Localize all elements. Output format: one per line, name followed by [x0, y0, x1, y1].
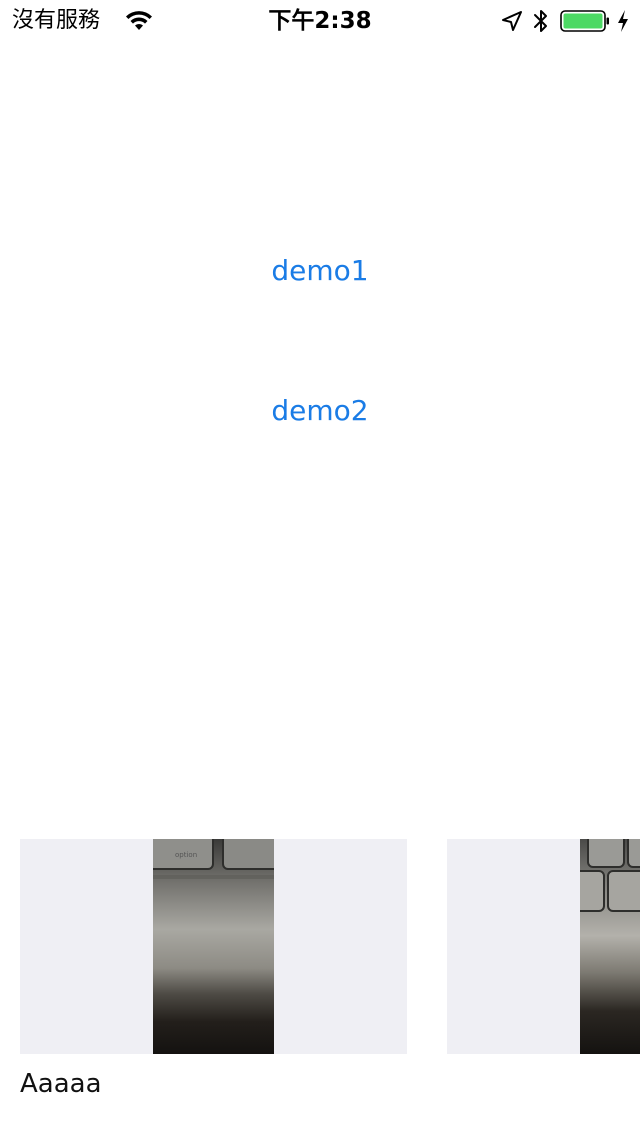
demo2-button[interactable]: demo2: [0, 391, 640, 431]
battery-icon: [560, 10, 609, 32]
app-screen: 沒有服務 下午2:38 demo1 demo2 option Aaaaa: [0, 0, 640, 1136]
demo1-button[interactable]: demo1: [0, 251, 640, 291]
carousel-card[interactable]: [447, 839, 640, 1109]
image-carousel[interactable]: option Aaaaa: [0, 839, 640, 1109]
keyboard-photo: option: [153, 839, 274, 1054]
bluetooth-icon: [534, 10, 547, 32]
card-caption: Aaaaa: [20, 1069, 102, 1099]
location-arrow-icon: [502, 11, 522, 31]
keyboard-photo: [580, 839, 640, 1054]
svg-text:option: option: [175, 851, 197, 859]
charging-bolt-icon: [618, 10, 628, 32]
card-image-frame: option: [20, 839, 407, 1054]
card-image-frame: [447, 839, 640, 1054]
carousel-card[interactable]: option Aaaaa: [20, 839, 407, 1109]
status-bar: 沒有服務 下午2:38: [0, 0, 640, 40]
